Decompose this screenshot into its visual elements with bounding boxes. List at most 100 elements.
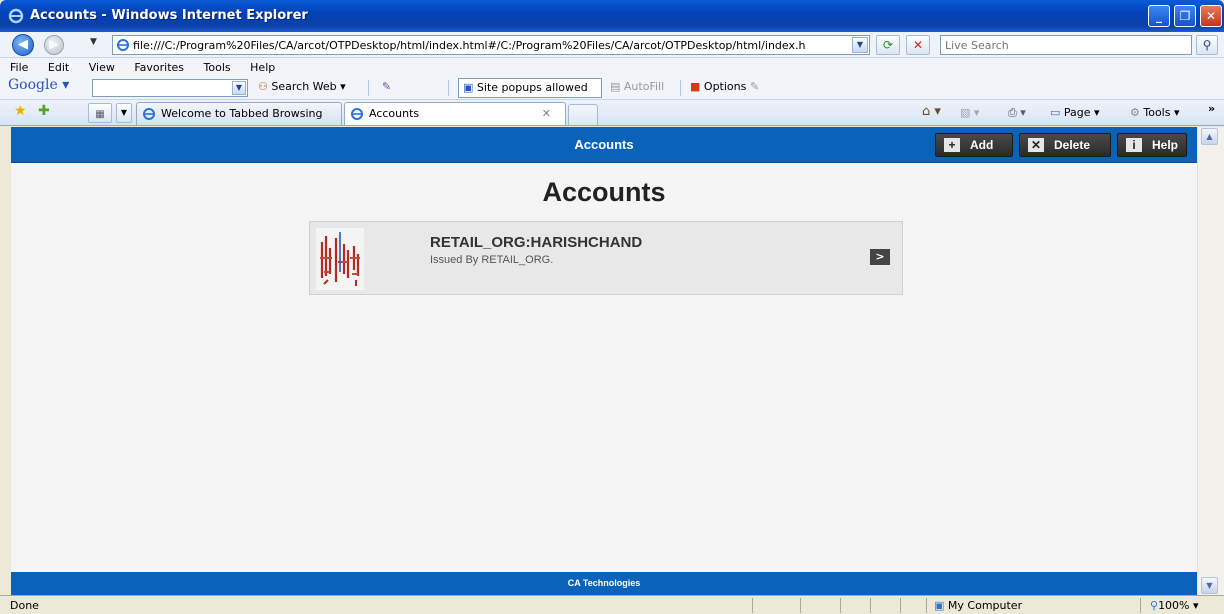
ie-tab-icon <box>351 108 363 120</box>
address-toolbar: ◀ ▶ ▼ file:///C:/Program%20Files/CA/arco… <box>0 32 1224 58</box>
close-tab-icon[interactable]: ✕ <box>542 107 551 120</box>
vertical-scrollbar[interactable]: ▲ ▼ <box>1197 127 1224 595</box>
menu-favorites[interactable]: Favorites <box>134 61 184 74</box>
title-bar: Accounts - Windows Internet Explorer _ ❐… <box>0 0 1224 32</box>
restore-button[interactable]: ❐ <box>1174 5 1196 27</box>
toolbar-separator <box>448 80 449 96</box>
status-text: Done <box>10 599 39 612</box>
autofill-button[interactable]: ▤ AutoFill <box>610 80 664 93</box>
plus-icon: + <box>944 138 960 152</box>
address-dropdown-icon[interactable]: ▼ <box>852 37 868 53</box>
tab-accounts[interactable]: Accounts ✕ <box>344 102 566 125</box>
live-search-input[interactable] <box>941 36 1181 54</box>
page-icon <box>117 39 129 51</box>
refresh-button[interactable]: ⟳ <box>876 35 900 55</box>
x-icon: ✕ <box>1028 138 1044 152</box>
search-web-button[interactable]: ⚇ Search Web ▾ <box>258 80 346 93</box>
status-pane <box>840 598 841 613</box>
minimize-button[interactable]: _ <box>1148 5 1170 27</box>
options-icon: ■ <box>690 80 701 93</box>
stop-button[interactable]: ✕ <box>906 35 930 55</box>
ie-tab-icon <box>143 108 155 120</box>
zoom-icon: ⚲ <box>1150 599 1159 612</box>
account-name: RETAIL_ORG:HARISHCHAND <box>430 234 643 251</box>
history-dropdown-icon[interactable]: ▼ <box>90 37 97 47</box>
delete-button[interactable]: ✕ Delete <box>1019 133 1111 157</box>
add-favorites-icon[interactable]: ✚ <box>38 103 50 119</box>
menu-help[interactable]: Help <box>250 61 275 74</box>
toolbar-separator <box>368 80 369 96</box>
url-text[interactable]: file:///C:/Program%20Files/CA/arcot/OTPD… <box>133 39 841 52</box>
tab-label: Accounts <box>369 107 420 120</box>
options-button[interactable]: ■ Options <box>690 80 746 93</box>
add-button[interactable]: + Add <box>935 133 1013 157</box>
binoculars-icon: ⚇ <box>258 80 268 93</box>
gear-icon: ⚙ <box>1130 106 1140 119</box>
status-pane <box>1140 598 1141 613</box>
menu-tools[interactable]: Tools <box>204 61 231 74</box>
close-button[interactable]: ✕ <box>1200 5 1222 27</box>
pencil-icon[interactable]: ✎ <box>750 80 759 93</box>
highlight-icon[interactable]: ✎ <box>382 80 391 93</box>
page-title: Accounts <box>542 177 666 207</box>
page-content: Accounts + Add ✕ Delete i Help Accounts RET… <box>11 127 1197 595</box>
app-footer: CA Technologies <box>11 572 1197 595</box>
forward-button[interactable]: ▶ <box>44 35 64 55</box>
back-button[interactable]: ◀ <box>12 34 34 56</box>
new-tab-button[interactable] <box>568 104 598 125</box>
account-issuer: Issued By RETAIL_ORG. <box>430 254 554 266</box>
menu-bar: File Edit View Favorites Tools Help <box>10 61 291 74</box>
chevron-more-icon[interactable]: » <box>1208 102 1215 115</box>
page-menu-button[interactable]: ▭ Page ▾ <box>1050 106 1100 119</box>
print-icon[interactable]: ⎙ ▾ <box>1008 106 1026 120</box>
live-search-box[interactable] <box>940 35 1192 55</box>
search-icon: ⚲ <box>1202 38 1212 52</box>
chevron-right-icon[interactable]: > <box>870 249 890 265</box>
google-search-input[interactable]: ▼ <box>92 79 248 97</box>
refresh-icon: ⟳ <box>882 38 894 52</box>
favorites-star-icon[interactable]: ★ <box>14 103 27 119</box>
status-pane <box>900 598 901 613</box>
tab-list-button[interactable]: ▼ <box>116 103 132 123</box>
status-bar: Done ▣ My Computer ⚲100% ▾ <box>0 595 1224 614</box>
info-icon: i <box>1126 138 1142 152</box>
status-pane <box>870 598 871 613</box>
page-icon: ▭ <box>1050 106 1061 119</box>
account-list-item[interactable]: RETAIL_ORG:HARISHCHAND Issued By RETAIL_… <box>309 221 903 295</box>
back-arrow-icon: ◀ <box>18 37 28 52</box>
security-zone: ▣ My Computer <box>934 599 1023 612</box>
help-button[interactable]: i Help <box>1117 133 1187 157</box>
site-popups-button[interactable]: ▣ Site popups allowed <box>458 78 602 98</box>
popup-window-icon: ▣ <box>463 81 474 94</box>
status-pane <box>752 598 753 613</box>
menu-view[interactable]: View <box>89 61 115 74</box>
quick-tabs-icon: ▦ <box>95 109 105 120</box>
tab-label: Welcome to Tabbed Browsing <box>161 107 323 120</box>
home-icon[interactable]: ⌂ ▾ <box>922 104 941 119</box>
address-field[interactable]: file:///C:/Program%20Files/CA/arcot/OTPD… <box>112 35 870 55</box>
forward-arrow-icon: ▶ <box>49 37 59 52</box>
menu-edit[interactable]: Edit <box>48 61 69 74</box>
stop-icon: ✕ <box>912 38 924 52</box>
search-button[interactable]: ⚲ <box>1196 35 1218 55</box>
menu-file[interactable]: File <box>10 61 28 74</box>
menu-toolbar-area: File Edit View Favorites Tools Help Goog… <box>0 58 1224 100</box>
google-dropdown-icon[interactable]: ▼ <box>232 81 246 95</box>
feeds-icon[interactable]: ▧ ▾ <box>960 106 979 119</box>
scroll-up-icon[interactable]: ▲ <box>1201 128 1218 145</box>
app-header: Accounts + Add ✕ Delete i Help <box>11 127 1197 163</box>
google-brand[interactable]: Google ▾ <box>8 77 69 93</box>
autofill-icon: ▤ <box>610 80 621 93</box>
status-pane <box>926 598 927 613</box>
computer-icon: ▣ <box>934 599 945 612</box>
toolbar-separator <box>680 80 681 96</box>
zoom-control[interactable]: ⚲100% ▾ <box>1150 599 1199 612</box>
tools-menu-button[interactable]: ⚙ Tools ▾ <box>1130 106 1180 119</box>
tab-welcome[interactable]: Welcome to Tabbed Browsing <box>136 102 342 125</box>
window-title: Accounts - Windows Internet Explorer <box>30 8 308 23</box>
account-logo-icon <box>316 228 364 290</box>
tab-bar: ★ ✚ ▦ ▼ Welcome to Tabbed Browsing Accou… <box>0 100 1224 126</box>
status-pane <box>800 598 801 613</box>
scroll-down-icon[interactable]: ▼ <box>1201 577 1218 594</box>
quick-tabs-button[interactable]: ▦ <box>88 103 112 123</box>
